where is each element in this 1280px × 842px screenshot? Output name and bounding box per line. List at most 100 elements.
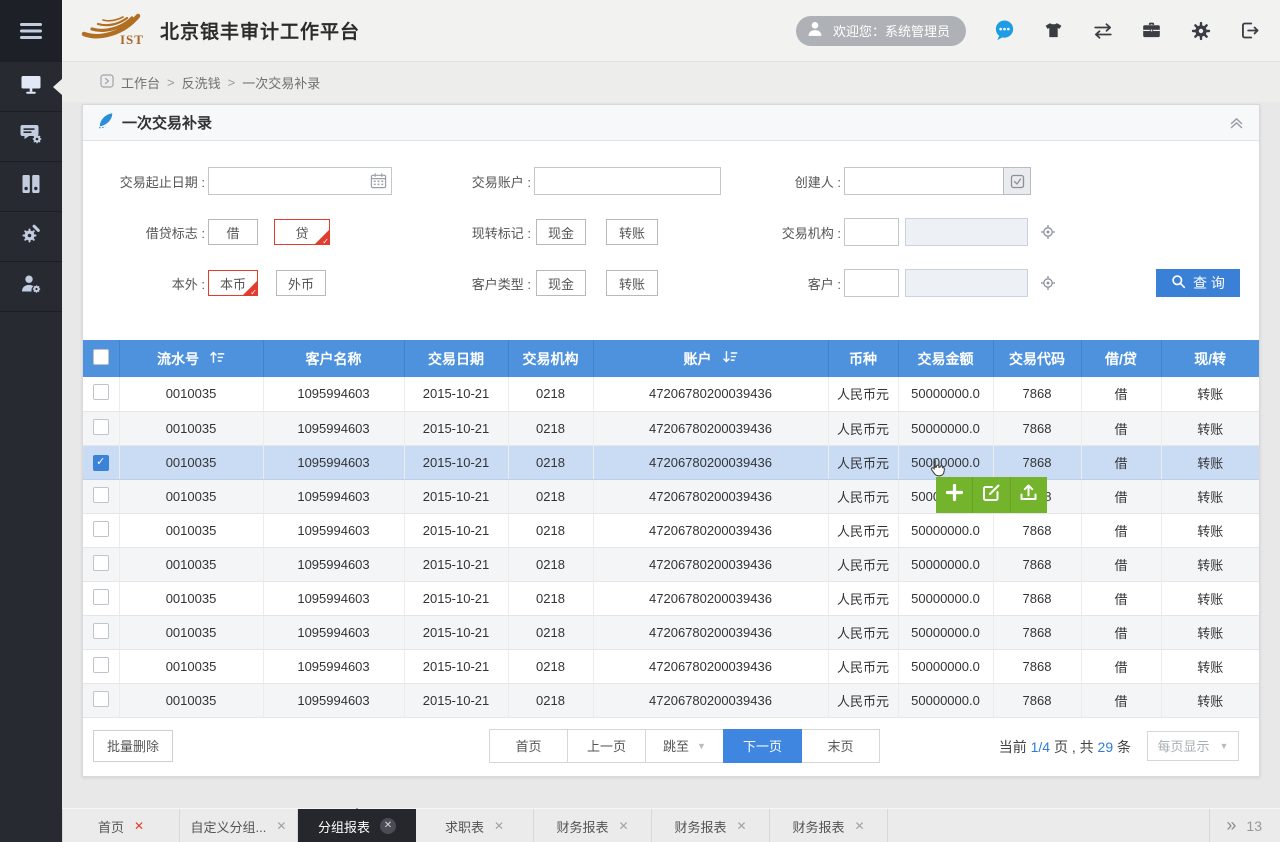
briefcase-icon[interactable] xyxy=(1127,20,1176,41)
sort-asc-icon[interactable] xyxy=(209,349,225,368)
upload-icon-button[interactable] xyxy=(1011,477,1047,513)
row-checkbox[interactable] xyxy=(93,691,109,707)
close-icon[interactable]: ✕ xyxy=(618,820,628,832)
tab-财务报表[interactable]: 财务报表✕ xyxy=(770,809,888,842)
jump-to-page-dropdown[interactable]: 跳至▼ xyxy=(645,729,724,763)
currency-option-local[interactable]: 本币 xyxy=(208,270,258,296)
table-cell: 50000000.0 xyxy=(898,411,993,445)
close-icon[interactable]: ✕ xyxy=(736,820,746,832)
currency-option-foreign[interactable]: 外币 xyxy=(276,270,326,296)
sidebar-item-archives[interactable] xyxy=(0,162,62,212)
row-checkbox[interactable] xyxy=(93,419,109,435)
table-row[interactable]: 001003510959946032015-10-210218472067802… xyxy=(83,581,1259,615)
user-welcome-badge[interactable]: 欢迎您：系统管理员 xyxy=(796,16,966,46)
table-row[interactable]: 001003510959946032015-10-210218472067802… xyxy=(83,649,1259,683)
breadcrumb-item-workbench[interactable]: 工作台 xyxy=(121,73,160,92)
sort-desc-icon[interactable] xyxy=(722,349,738,368)
top-bar: IST 北京银丰审计工作平台 欢迎您：系统管理员 xyxy=(62,0,1280,62)
row-checkbox[interactable] xyxy=(93,555,109,571)
sidebar-item-users[interactable] xyxy=(0,262,62,312)
sidebar-item-messages[interactable] xyxy=(0,112,62,162)
row-checkbox[interactable] xyxy=(93,521,109,537)
row-checkbox[interactable] xyxy=(93,657,109,673)
creator-picker-button[interactable] xyxy=(1003,167,1031,195)
message-icon[interactable] xyxy=(980,19,1029,42)
breadcrumb: 工作台 > 反洗钱 > 一次交易补录 xyxy=(62,62,1280,102)
table-row[interactable]: ✓001003510959946032015-10-21021847206780… xyxy=(83,445,1259,479)
select-all-header[interactable] xyxy=(83,340,119,377)
customer-code-input[interactable] xyxy=(844,269,899,297)
row-checkbox[interactable] xyxy=(93,487,109,503)
cash-transfer-option-transfer[interactable]: 转账 xyxy=(606,219,658,245)
table-row[interactable]: 001003510959946032015-10-210218472067802… xyxy=(83,513,1259,547)
table-row[interactable]: 001003510959946032015-10-210218472067802… xyxy=(83,377,1259,411)
tab-财务报表[interactable]: 财务报表✕ xyxy=(652,809,770,842)
batch-delete-button[interactable]: 批量删除 xyxy=(93,730,173,762)
collapse-icon[interactable] xyxy=(1228,114,1245,131)
breadcrumb-item-aml[interactable]: 反洗钱 xyxy=(182,73,221,92)
add-row-button[interactable] xyxy=(936,477,973,513)
table-cell: 转账 xyxy=(1161,377,1259,411)
trade-account-input[interactable] xyxy=(534,167,721,195)
page-size-dropdown[interactable]: 每页显示▼ xyxy=(1147,731,1239,761)
breadcrumb-icon xyxy=(100,74,114,91)
customer-picker-icon[interactable] xyxy=(1040,275,1056,291)
table-row[interactable]: 001003510959946032015-10-210218472067802… xyxy=(83,411,1259,445)
date-range-input[interactable] xyxy=(208,167,392,195)
menu-icon[interactable] xyxy=(0,0,62,62)
loan-flag-option-debit[interactable]: 借 xyxy=(208,219,258,245)
tab-首页[interactable]: 首页✕ xyxy=(62,809,180,842)
loan-flag-option-credit[interactable]: 贷 xyxy=(274,219,330,245)
org-picker-icon[interactable] xyxy=(1040,224,1056,240)
creator-input[interactable] xyxy=(844,167,1004,195)
breadcrumb-item-current[interactable]: 一次交易补录 xyxy=(242,73,320,92)
tab-自定义分组...[interactable]: 自定义分组...✕ xyxy=(180,809,298,842)
table-cell: 借 xyxy=(1081,581,1161,615)
tab-overflow[interactable]: » 13 xyxy=(1209,809,1280,842)
table-row[interactable]: 001003510959946032015-10-210218472067802… xyxy=(83,683,1259,717)
cash-transfer-option-cash[interactable]: 现金 xyxy=(536,219,586,245)
row-checkbox[interactable] xyxy=(93,623,109,639)
row-checkbox[interactable] xyxy=(93,384,109,400)
table-cell: 2015-10-21 xyxy=(404,649,508,683)
row-checkbox[interactable] xyxy=(93,589,109,605)
logout-icon[interactable] xyxy=(1225,20,1274,41)
table-row[interactable]: 001003510959946032015-10-210218472067802… xyxy=(83,615,1259,649)
settings-icon[interactable] xyxy=(1176,20,1225,42)
select-all-checkbox[interactable] xyxy=(93,349,109,365)
last-page-button[interactable]: 末页 xyxy=(801,729,880,763)
next-page-button[interactable]: 下一页 xyxy=(723,729,802,763)
close-icon[interactable]: ✕ xyxy=(134,820,144,832)
close-icon[interactable]: ✕ xyxy=(494,820,504,832)
tab-分组报表[interactable]: 分组报表✕ xyxy=(298,809,416,842)
edit-row-button[interactable] xyxy=(973,477,1010,513)
table-row[interactable]: 001003510959946032015-10-210218472067802… xyxy=(83,547,1259,581)
trade-org-code-input[interactable] xyxy=(844,218,899,246)
row-checkbox[interactable]: ✓ xyxy=(93,455,109,471)
row-checkbox-cell xyxy=(83,479,119,513)
double-chevron-right-icon[interactable]: » xyxy=(1226,815,1236,836)
table-cell: 人民币元 xyxy=(828,649,898,683)
theme-icon[interactable] xyxy=(1029,20,1078,41)
sidebar-item-tools[interactable] xyxy=(0,212,62,262)
close-icon[interactable]: ✕ xyxy=(276,820,286,832)
search-button[interactable]: 查 询 xyxy=(1156,269,1240,297)
tab-求职表[interactable]: 求职表✕ xyxy=(416,809,534,842)
close-icon[interactable]: ✕ xyxy=(854,820,864,832)
table-cell: 借 xyxy=(1081,547,1161,581)
calendar-icon[interactable] xyxy=(370,172,387,194)
table-row[interactable]: 001003510959946032015-10-210218472067802… xyxy=(83,479,1259,513)
close-icon[interactable]: ✕ xyxy=(380,818,396,834)
sidebar-item-workbench[interactable] xyxy=(0,62,62,112)
table-cell: 7868 xyxy=(993,547,1081,581)
first-page-button[interactable]: 首页 xyxy=(489,729,568,763)
column-serial[interactable]: 流水号 xyxy=(119,340,263,377)
tab-财务报表[interactable]: 财务报表✕ xyxy=(534,809,652,842)
prev-page-button[interactable]: 上一页 xyxy=(567,729,646,763)
customer-type-option-cash[interactable]: 现金 xyxy=(536,270,586,296)
table-cell: 人民币元 xyxy=(828,547,898,581)
column-account[interactable]: 账户 xyxy=(593,340,828,377)
switch-icon[interactable] xyxy=(1078,20,1127,42)
customer-type-option-transfer[interactable]: 转账 xyxy=(606,270,658,296)
table-cell: 转账 xyxy=(1161,683,1259,717)
